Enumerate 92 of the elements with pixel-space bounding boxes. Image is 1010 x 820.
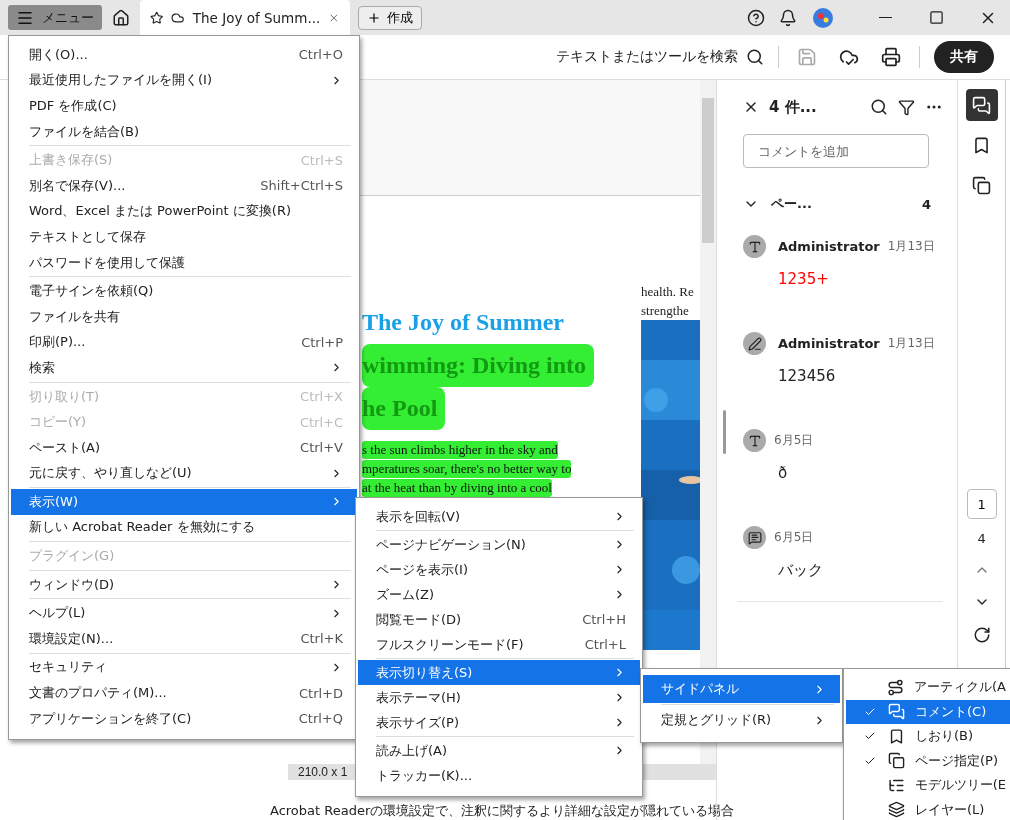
cloud-check-icon xyxy=(839,47,859,67)
comment-text: ð xyxy=(778,464,789,484)
save-icon xyxy=(797,47,817,67)
help-icon xyxy=(747,8,765,27)
comment-text: 123456 xyxy=(778,367,837,387)
comment-text: 1235+ xyxy=(778,270,830,290)
group-label: ペー... xyxy=(771,195,813,213)
menu-item[interactable]: 環境設定(N)... Ctrl+K xyxy=(11,626,357,652)
menu-item[interactable]: ウィンドウ(D) xyxy=(11,571,357,598)
menu-item[interactable]: コメント(C) xyxy=(846,699,1010,724)
plus-icon xyxy=(367,10,381,25)
route-icon xyxy=(887,678,905,696)
menu-item[interactable]: 検索 xyxy=(11,355,357,381)
menu-item[interactable]: 読み上げ(A) xyxy=(358,738,640,763)
panel-title: 4 件... xyxy=(769,97,818,117)
maximize-icon xyxy=(929,10,944,25)
menu-item[interactable]: テキストとして保存 xyxy=(11,224,357,250)
body-text: at the heat than by diving into a cool xyxy=(362,479,552,497)
menu-item[interactable]: 最近使用したファイルを開く(I) xyxy=(11,67,357,94)
menu-item[interactable]: ズーム(Z) xyxy=(358,582,640,607)
menu-item[interactable]: フルスクリーンモード(F) Ctrl+L xyxy=(358,632,640,657)
minimize-icon xyxy=(879,16,892,19)
menu-item[interactable]: サイドパネル xyxy=(643,675,840,703)
bell-icon xyxy=(779,8,797,27)
heading-line: The Joy of Summer xyxy=(362,308,565,337)
menu-item[interactable]: 開く(O)... Ctrl+O xyxy=(11,42,357,68)
page-count: 4 xyxy=(977,531,986,546)
bookmark-icon xyxy=(888,727,905,745)
menu-item[interactable]: ファイルを結合(B) xyxy=(11,118,357,145)
menu-button[interactable]: メニュー xyxy=(8,5,102,30)
menu-item[interactable]: セキュリティ xyxy=(11,654,357,681)
menu-item[interactable]: 電子サインを依頼(Q) xyxy=(11,278,357,304)
body-text: s the sun climbs higher in the sky and xyxy=(362,441,558,459)
body-text: health. Re xyxy=(641,283,695,301)
body-text: strengthe xyxy=(641,302,690,320)
menu-item[interactable]: ヘルプ(L) xyxy=(11,600,357,627)
menu-item[interactable]: ページを表示(I) xyxy=(358,557,640,582)
menu-item[interactable]: 印刷(P)... Ctrl+P xyxy=(11,329,357,356)
menu-item[interactable]: Word、Excel または PowerPoint に変換(R) xyxy=(11,198,357,225)
document-tab[interactable]: The Joy of Summ... xyxy=(140,0,350,35)
menu-item[interactable]: レイヤー(L) xyxy=(846,797,1010,820)
layers-icon xyxy=(888,801,905,819)
search-button[interactable]: テキストまたはツールを検索 xyxy=(556,48,764,66)
comment-author: Administrator xyxy=(778,239,880,254)
filter-icon[interactable] xyxy=(898,98,916,116)
create-button[interactable]: 作成 xyxy=(358,5,422,30)
menu-item[interactable]: ペースト(A) Ctrl+V xyxy=(11,434,357,461)
menu-item[interactable]: PDF を作成(C) xyxy=(11,93,357,119)
group-count: 4 xyxy=(921,196,931,212)
menu-item[interactable]: 元に戻す、やり直しなど(U) xyxy=(11,460,357,487)
tab-title: The Joy of Summ... xyxy=(192,9,321,26)
menu-item[interactable]: 閲覧モード(D) Ctrl+H xyxy=(358,607,640,632)
search-icon xyxy=(746,48,764,66)
menu-item[interactable]: しおり(B) xyxy=(846,724,1010,749)
menu-item[interactable]: アーティクル(A xyxy=(846,675,1010,700)
menu-item[interactable]: アプリケーションを終了(C) Ctrl+Q xyxy=(11,705,357,732)
menu-item[interactable]: 表示切り替え(S) xyxy=(358,660,640,685)
menu-item[interactable]: ページ指定(P) xyxy=(846,748,1010,773)
search-icon[interactable] xyxy=(870,98,889,116)
comment-input-field[interactable]: コメントを追加 xyxy=(743,134,929,168)
menu-item[interactable]: 表示を回転(V) xyxy=(358,504,640,529)
speech-bubbles-button[interactable] xyxy=(965,89,998,121)
page-number-field[interactable]: 1 xyxy=(966,489,997,519)
menu-item[interactable]: 文書のプロパティ(M)... Ctrl+D xyxy=(11,680,357,706)
menu-item[interactable]: ページナビゲーション(N) xyxy=(358,532,640,557)
menu-item[interactable]: パスワードを使用して保護 xyxy=(11,249,357,276)
refresh-icon xyxy=(972,626,991,644)
menu-item[interactable]: 定規とグリッド(R) xyxy=(643,706,840,734)
resize-handle[interactable] xyxy=(723,410,726,454)
menu-item[interactable]: 新しい Acrobat Reader を無効にする xyxy=(11,514,357,541)
home-icon xyxy=(112,8,130,27)
comment-author: Administrator xyxy=(778,336,880,351)
speech-bubbles-icon xyxy=(888,703,905,721)
pages-icon xyxy=(888,752,905,770)
pages-icon xyxy=(972,175,992,195)
comment-date: 1月13日 xyxy=(887,238,935,255)
comment-text: バック xyxy=(778,561,824,581)
menu-item[interactable]: ファイルを共有 xyxy=(11,303,357,330)
share-button[interactable]: 共有 xyxy=(934,41,994,73)
speech-bubbles-icon xyxy=(972,95,992,115)
menu-item[interactable]: 表示テーマ(H) xyxy=(358,685,640,710)
comment-date: 6月5日 xyxy=(774,432,814,449)
menu-item[interactable]: モデルツリー(E xyxy=(846,773,1010,798)
star-icon xyxy=(150,9,164,26)
comment-date: 1月13日 xyxy=(887,335,935,352)
menu-item[interactable]: 別名で保存(V)... Shift+Ctrl+S xyxy=(11,172,357,199)
avatar-icon[interactable] xyxy=(813,7,833,28)
body-text: mperatures soar, there's no better way to xyxy=(362,460,572,478)
menu-item[interactable]: 表示(W) xyxy=(11,489,357,515)
comment-date: 6月5日 xyxy=(774,529,814,546)
menu-item[interactable]: 表示サイズ(P) xyxy=(358,710,640,735)
printer-icon xyxy=(881,47,901,67)
